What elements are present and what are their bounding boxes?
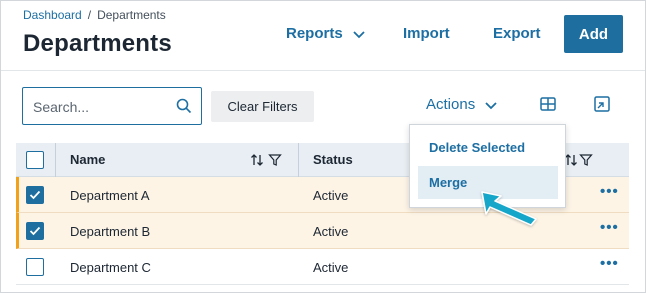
- reports-label: Reports: [286, 25, 343, 42]
- department-status: Active: [313, 224, 349, 239]
- department-status: Active: [313, 260, 349, 275]
- department-status: Active: [313, 188, 349, 203]
- sort-icon[interactable]: [564, 153, 578, 167]
- row-checkbox[interactable]: [26, 186, 44, 204]
- import-label: Import: [403, 25, 450, 42]
- columns-grid-icon[interactable]: [539, 95, 557, 113]
- column-header-status[interactable]: Status: [313, 152, 353, 167]
- breadcrumb: Dashboard / Departments: [23, 8, 166, 22]
- breadcrumb-current: Departments: [97, 8, 166, 22]
- actions-label: Actions: [426, 96, 476, 113]
- chevron-down-icon: [485, 101, 497, 109]
- export-button[interactable]: Export: [493, 25, 541, 42]
- reports-menu-button[interactable]: Reports: [286, 25, 366, 42]
- checkmark-icon: [29, 190, 41, 200]
- search-box: [22, 87, 202, 125]
- collapse-icon[interactable]: [593, 95, 611, 113]
- pointer-arrow-icon: [481, 191, 537, 226]
- add-button[interactable]: Add: [564, 15, 623, 53]
- department-name: Department B: [70, 224, 151, 239]
- chevron-down-icon: [353, 30, 365, 38]
- export-label: Export: [493, 25, 541, 42]
- import-button[interactable]: Import: [403, 25, 450, 42]
- clear-filters-button[interactable]: Clear Filters: [211, 91, 314, 122]
- department-name: Department C: [70, 260, 151, 275]
- actions-menu-button[interactable]: Actions: [426, 96, 498, 113]
- sort-icon[interactable]: [250, 153, 264, 167]
- menu-item-delete-selected[interactable]: Delete Selected: [418, 131, 558, 164]
- table-row[interactable]: Department C Active •••: [16, 249, 629, 285]
- page-title: Departments: [23, 30, 172, 57]
- department-name: Department A: [70, 188, 150, 203]
- breadcrumb-dashboard-link[interactable]: Dashboard: [23, 8, 82, 22]
- search-icon[interactable]: [176, 98, 192, 114]
- row-more-menu[interactable]: •••: [600, 183, 619, 200]
- row-more-menu[interactable]: •••: [600, 219, 619, 236]
- filter-icon[interactable]: [579, 153, 593, 167]
- page-header: Dashboard / Departments Departments Report…: [1, 1, 645, 71]
- select-all-checkbox[interactable]: [26, 151, 44, 169]
- checkmark-icon: [29, 226, 41, 236]
- search-input[interactable]: [33, 97, 173, 117]
- filter-icon[interactable]: [268, 153, 282, 167]
- row-checkbox[interactable]: [26, 222, 44, 240]
- row-checkbox[interactable]: [26, 258, 44, 276]
- column-divider: [55, 143, 56, 177]
- column-header-name[interactable]: Name: [70, 152, 105, 167]
- column-divider: [298, 143, 299, 177]
- breadcrumb-separator: /: [87, 8, 92, 22]
- row-more-menu[interactable]: •••: [600, 255, 619, 272]
